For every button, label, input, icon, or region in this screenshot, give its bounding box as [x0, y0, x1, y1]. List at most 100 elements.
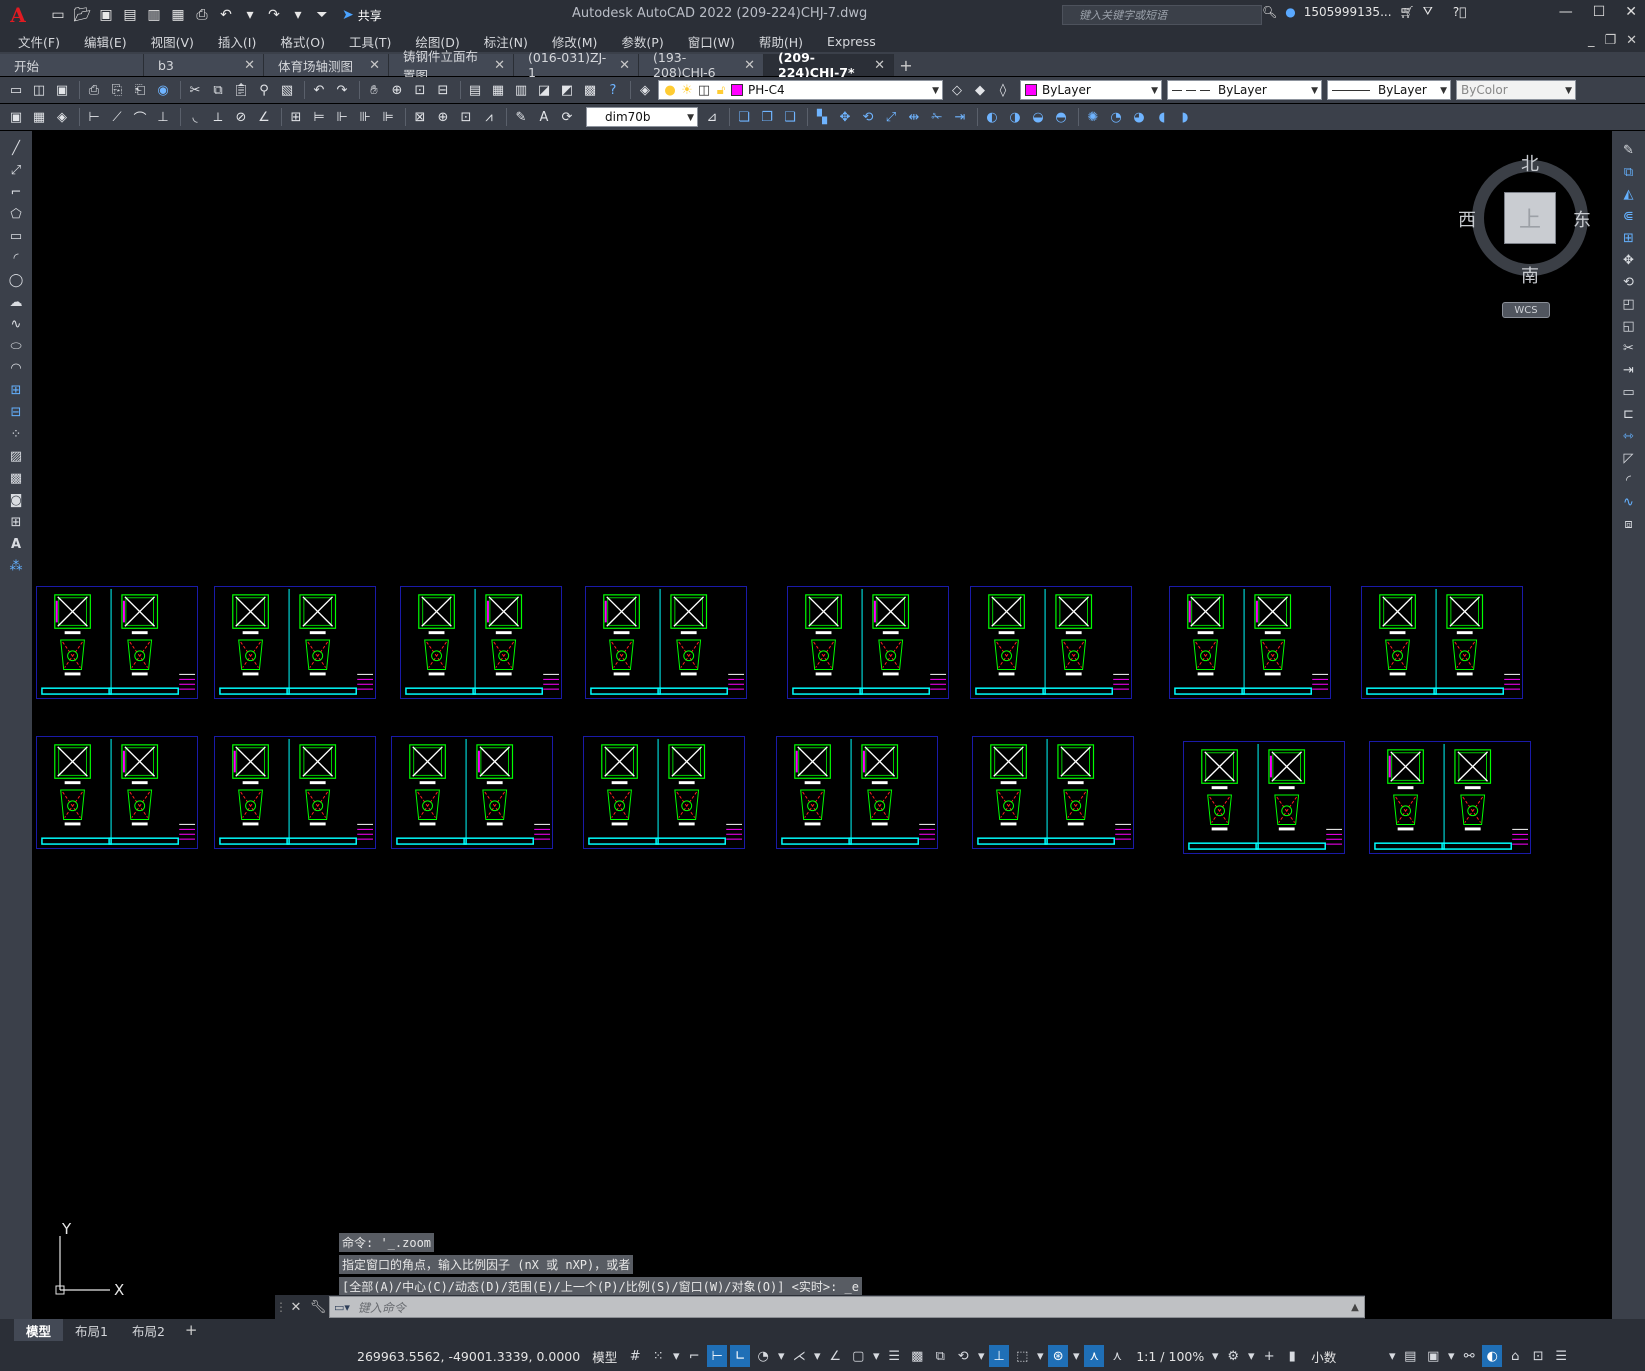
ellipse-icon[interactable]: ⬭: [7, 337, 25, 355]
tab-start[interactable]: 开始: [0, 54, 144, 76]
gizmo-icon[interactable]: ⊛: [1048, 1345, 1069, 1367]
plot-icon[interactable]: ⎙: [84, 80, 104, 100]
design-web-format-icon[interactable]: ◉: [153, 80, 173, 100]
move-icon[interactable]: ✥: [1620, 251, 1638, 269]
clean-screen-icon[interactable]: ⌂: [1505, 1345, 1525, 1367]
layer-dropdown[interactable]: ● ☀ ◫ 🔓︎ PH-C4 ▼: [658, 80, 943, 100]
chamfer-icon[interactable]: ◸: [1620, 449, 1638, 467]
dynamic-ucs-icon[interactable]: ⊥: [989, 1345, 1010, 1367]
search-input[interactable]: 键入关键字或短语: [1062, 5, 1262, 25]
tab-chj-7[interactable]: (209-224)CHJ-7* ✕: [764, 50, 894, 80]
quick-properties-icon[interactable]: ▤: [1400, 1345, 1420, 1367]
angular-dimension-icon[interactable]: ∠: [254, 107, 274, 127]
properties-icon[interactable]: ▤: [465, 80, 485, 100]
command-input[interactable]: ▭▾ 键入命令 ▲: [329, 1296, 1365, 1318]
lock-ui-icon[interactable]: ▣: [1423, 1345, 1443, 1367]
jogged-dimension-icon[interactable]: ⟂: [208, 107, 228, 127]
tab-close-icon[interactable]: ✕: [744, 58, 755, 73]
scale-icon[interactable]: ⤢: [881, 107, 901, 127]
point-icon[interactable]: ⁘: [7, 425, 25, 443]
edit-hatch-icon[interactable]: ◗: [1175, 107, 1195, 127]
new-tab-icon[interactable]: +: [894, 54, 918, 76]
make-block-icon[interactable]: ▦: [29, 107, 49, 127]
compass-north[interactable]: 北: [1521, 150, 1539, 176]
snap-mode-icon[interactable]: ⁙: [648, 1345, 668, 1367]
mirror-icon[interactable]: ❐: [757, 107, 777, 127]
units-icon[interactable]: ▮: [1282, 1345, 1302, 1367]
redo-icon[interactable]: ↷: [264, 5, 284, 25]
object-snap-icon[interactable]: ▢: [848, 1345, 868, 1367]
offset-icon[interactable]: ⋐: [1620, 207, 1638, 225]
rotate-icon[interactable]: ⟲: [858, 107, 878, 127]
menu-help[interactable]: 帮助(H): [759, 32, 803, 51]
menu-insert[interactable]: 插入(I): [218, 32, 256, 51]
menu-express[interactable]: Express: [827, 34, 876, 49]
save-icon[interactable]: ▣: [52, 80, 72, 100]
stretch-icon[interactable]: ⇹: [904, 107, 924, 127]
spline-icon[interactable]: ∿: [7, 315, 25, 333]
plot-preview-icon[interactable]: ⎘: [107, 80, 127, 100]
join-icon[interactable]: ⇿: [1620, 427, 1638, 445]
match-properties-icon[interactable]: ⚲: [254, 80, 274, 100]
insert-block-icon[interactable]: ⊞: [7, 381, 25, 399]
qnew-icon[interactable]: ▭: [6, 80, 26, 100]
copy-icon[interactable]: ⧉: [1620, 163, 1638, 181]
compass-south[interactable]: 南: [1521, 262, 1539, 288]
menu-parametric[interactable]: 参数(P): [621, 32, 663, 51]
make-block-icon[interactable]: ⊟: [7, 403, 25, 421]
scale-icon[interactable]: ◰: [1620, 295, 1638, 313]
user-icon[interactable]: ●: [1285, 5, 1295, 19]
dimension-text-edit-icon[interactable]: A: [534, 107, 554, 127]
viewcube-top-face[interactable]: 上: [1504, 192, 1556, 244]
customization-icon[interactable]: ⊡: [1528, 1345, 1548, 1367]
close-icon[interactable]: ✕: [1625, 4, 1637, 20]
continue-dimension-icon[interactable]: ⊩: [332, 107, 352, 127]
break-icon[interactable]: ◐: [982, 107, 1002, 127]
dimension-update-icon[interactable]: ⟳: [557, 107, 577, 127]
ortho-mode-icon[interactable]: ∟: [730, 1345, 751, 1367]
polygon-icon[interactable]: ⬠: [7, 205, 25, 223]
polar-tracking-icon[interactable]: ◔: [753, 1345, 773, 1367]
markup-icon[interactable]: ◩: [557, 80, 577, 100]
tab-b3[interactable]: b3 ✕: [144, 54, 264, 76]
pan-icon[interactable]: ✋︎: [364, 80, 384, 100]
viewcube[interactable]: 上 北 南 东 西 WCS: [1456, 140, 1606, 320]
paste-icon[interactable]: 📋︎: [231, 80, 251, 100]
coordinates-readout[interactable]: 269963.5562, -49001.3339, 0.0000: [357, 1349, 580, 1364]
autodesk-account-icon[interactable]: ⛛: [1423, 4, 1433, 19]
tab-close-icon[interactable]: ✕: [874, 58, 885, 73]
tab-close-icon[interactable]: ✕: [619, 58, 630, 73]
menu-dimension[interactable]: 标注(N): [484, 32, 528, 51]
3d-osnap-icon[interactable]: ⟲: [953, 1345, 973, 1367]
layer-previous-icon[interactable]: ◆: [970, 80, 990, 100]
search-icon[interactable]: 🔍︎: [1262, 5, 1277, 19]
zoom-realtime-icon[interactable]: ⊕: [387, 80, 407, 100]
dimension-space-icon[interactable]: ⊪: [355, 107, 375, 127]
doc-restore-icon[interactable]: ❐: [1604, 33, 1616, 48]
edit-spline-icon[interactable]: ◖: [1152, 107, 1172, 127]
ordinate-dimension-icon[interactable]: ⊥: [153, 107, 173, 127]
menu-window[interactable]: 窗口(W): [688, 32, 735, 51]
open-icon[interactable]: ◫: [29, 80, 49, 100]
block-editor-icon[interactable]: ▧: [277, 80, 297, 100]
hatch-icon[interactable]: ▨: [7, 447, 25, 465]
tab-cast-steel-elevation[interactable]: 铸钢件立面布置图 ✕: [389, 49, 514, 83]
tab-close-icon[interactable]: ✕: [369, 58, 380, 73]
blend-curves-icon[interactable]: ∿: [1620, 493, 1638, 511]
gradient-icon[interactable]: ▩: [7, 469, 25, 487]
maximize-icon[interactable]: ☐: [1593, 4, 1606, 20]
mirror-icon[interactable]: ◭: [1620, 185, 1638, 203]
scale-dropdown-icon[interactable]: ▾: [1210, 1345, 1220, 1367]
undo-dropdown-icon[interactable]: ▾: [240, 5, 260, 25]
minimize-icon[interactable]: —: [1559, 4, 1573, 20]
publish-icon[interactable]: ⎗: [130, 80, 150, 100]
tab-layout1[interactable]: 布局1: [63, 1319, 120, 1342]
move-icon[interactable]: ✥: [835, 107, 855, 127]
isometric-drafting-icon[interactable]: ⋌: [789, 1345, 809, 1367]
dimension-edit-icon[interactable]: ✎: [511, 107, 531, 127]
add-selected-icon[interactable]: ⁂: [7, 557, 25, 575]
snap-dropdown-icon[interactable]: ▾: [671, 1345, 681, 1367]
isometric-dropdown-icon[interactable]: ▾: [812, 1345, 822, 1367]
extend-icon[interactable]: ⇥: [950, 107, 970, 127]
plot-icon[interactable]: ⎙: [192, 5, 212, 25]
